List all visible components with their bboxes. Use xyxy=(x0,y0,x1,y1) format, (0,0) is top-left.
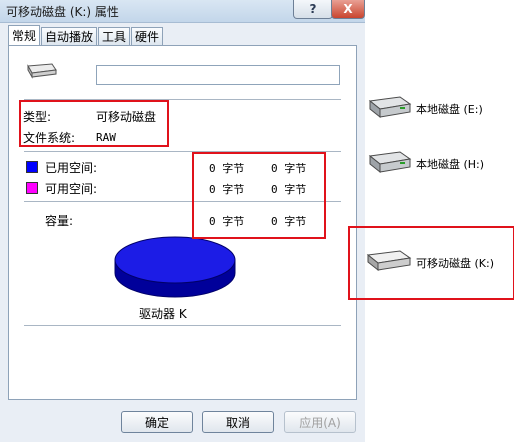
capacity-label: 容量: xyxy=(45,214,74,228)
tab-general[interactable]: 常规 xyxy=(8,25,41,45)
close-button[interactable]: X xyxy=(331,0,365,19)
used-space-label: 已用空间: xyxy=(45,161,98,175)
cancel-button[interactable]: 取消 xyxy=(202,411,274,433)
drive-label-h: 本地磁盘 (H:) xyxy=(416,157,485,171)
help-button[interactable]: ? xyxy=(293,0,333,19)
highlight-box-type xyxy=(19,100,169,147)
separator xyxy=(24,325,341,326)
general-panel: 类型: 可移动磁盘 文件系统: RAW 已用空间: 0 字节 0 字节 可用空间… xyxy=(8,45,357,400)
apply-button[interactable]: 应用(A) xyxy=(284,411,356,433)
properties-dialog: 可移动磁盘 (K:) 属性 ? X 常规 自动播放 工具 硬件 类型: 可移动磁… xyxy=(0,0,365,442)
free-space-swatch xyxy=(26,182,38,194)
window-title: 可移动磁盘 (K:) 属性 xyxy=(6,5,119,19)
tab-autoplay[interactable]: 自动播放 xyxy=(41,27,98,45)
drive-label: 驱动器 K xyxy=(139,307,187,321)
tab-bar: 常规 自动播放 工具 硬件 xyxy=(8,25,164,46)
hard-drive-icon xyxy=(366,148,412,179)
free-space-label: 可用空间: xyxy=(45,182,98,196)
highlight-box-sizes xyxy=(192,152,326,239)
volume-name-input[interactable] xyxy=(96,65,340,85)
drive-item-h[interactable]: 本地磁盘 (H:) xyxy=(366,148,484,179)
tab-tools[interactable]: 工具 xyxy=(98,27,131,45)
title-bar[interactable]: 可移动磁盘 (K:) 属性 ? X xyxy=(0,0,365,23)
tab-hardware[interactable]: 硬件 xyxy=(131,27,164,45)
hard-drive-icon xyxy=(366,93,412,124)
ok-button[interactable]: 确定 xyxy=(121,411,193,433)
disk-usage-pie xyxy=(112,235,238,304)
removable-drive-icon xyxy=(24,62,58,83)
highlight-box-drive-k xyxy=(348,226,514,300)
drive-item-e[interactable]: 本地磁盘 (E:) xyxy=(366,93,483,124)
drive-label-e: 本地磁盘 (E:) xyxy=(416,102,483,116)
used-space-swatch xyxy=(26,161,38,173)
